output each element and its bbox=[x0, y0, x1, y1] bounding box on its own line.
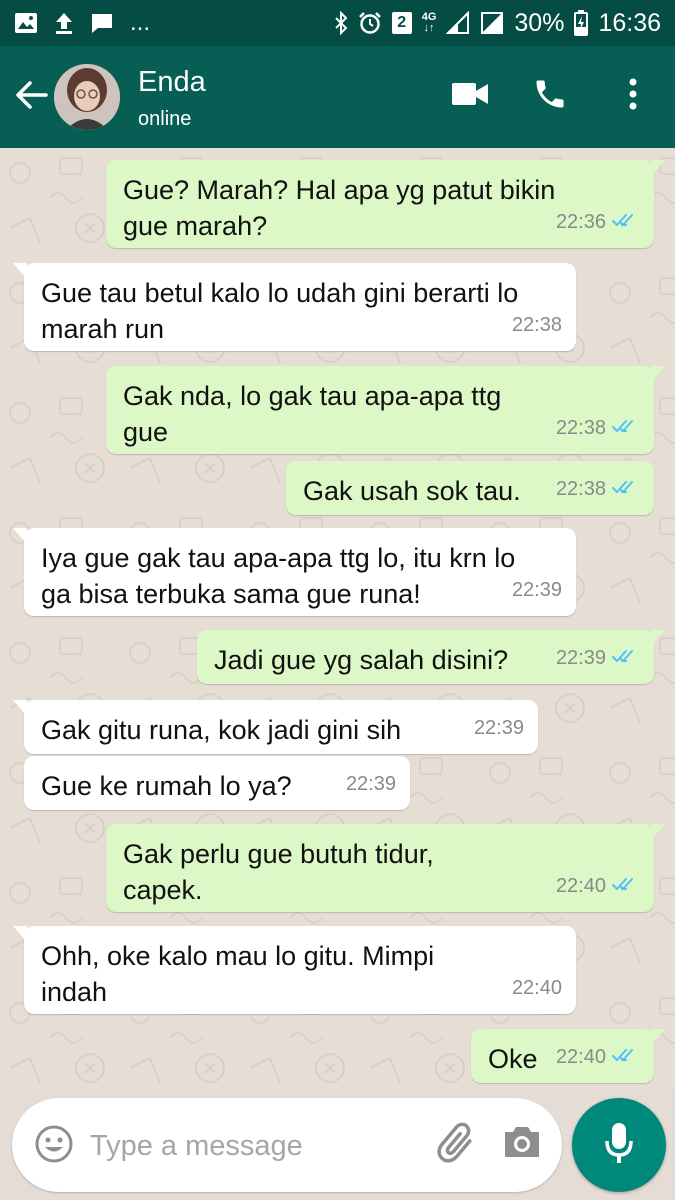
message-time: 22:38 bbox=[555, 417, 606, 439]
camera-icon bbox=[502, 1127, 542, 1164]
message-meta: 22:38 bbox=[556, 471, 640, 507]
message-meta: 22:40 bbox=[512, 970, 562, 1006]
contact-name[interactable]: Enda bbox=[138, 66, 206, 99]
message-text: Gue tau betul kalo lo udah gini berarti … bbox=[41, 278, 519, 344]
message-meta: 22:39 bbox=[556, 640, 640, 676]
message-meta: 22:39 bbox=[512, 572, 562, 608]
wifi-box-icon bbox=[480, 11, 504, 35]
double-check-icon bbox=[612, 1039, 640, 1075]
clock: 16:36 bbox=[598, 8, 661, 37]
phone-icon bbox=[532, 76, 568, 117]
back-button[interactable] bbox=[14, 74, 54, 120]
outgoing-message[interactable]: Gue? Marah? Hal apa yg patut bikin gue m… bbox=[106, 160, 665, 248]
emoji-icon bbox=[34, 1125, 74, 1168]
message-time: 22:40 bbox=[555, 1046, 606, 1068]
message-meta: 22:36 bbox=[556, 204, 640, 240]
more-vert-icon bbox=[628, 78, 638, 115]
emoji-button[interactable] bbox=[34, 1124, 74, 1169]
message-text: Gak nda, lo gak tau apa-apa ttg gue bbox=[123, 381, 502, 447]
camera-button[interactable] bbox=[502, 1124, 542, 1165]
more-options-button[interactable] bbox=[618, 72, 648, 120]
incoming-message[interactable]: Iya gue gak tau apa-apa ttg lo, itu krn … bbox=[13, 528, 576, 616]
message-text: Gue? Marah? Hal apa yg patut bikin gue m… bbox=[123, 175, 556, 241]
upload-icon bbox=[54, 11, 74, 35]
incoming-message[interactable]: Gak gitu runa, kok jadi gini sih 22:39 bbox=[13, 700, 538, 754]
contact-status: online bbox=[138, 108, 192, 130]
bubble-tail bbox=[13, 700, 27, 716]
message-time: 22:39 bbox=[345, 773, 396, 795]
bluetooth-icon bbox=[334, 11, 348, 35]
outgoing-message[interactable]: Gak perlu gue butuh tidur, capek. 22:40 bbox=[106, 824, 665, 912]
message-meta: 22:38 bbox=[556, 410, 640, 446]
outgoing-message[interactable]: Oke 22:40 bbox=[471, 1029, 665, 1083]
message-text: Gak gitu runa, kok jadi gini sih bbox=[41, 715, 402, 745]
message-meta: 22:38 bbox=[512, 307, 562, 343]
outgoing-message[interactable]: Gak nda, lo gak tau apa-apa ttg gue 22:38 bbox=[106, 366, 665, 454]
bubble-tail bbox=[651, 366, 665, 382]
message-text: Gak usah sok tau. bbox=[303, 476, 521, 506]
outgoing-message[interactable]: Jadi gue yg salah disini? 22:39 bbox=[197, 630, 665, 684]
bubble-tail bbox=[13, 528, 27, 544]
bubble-tail bbox=[651, 824, 665, 840]
microphone-icon bbox=[604, 1121, 634, 1170]
bubble-tail bbox=[651, 160, 665, 176]
sim-badge: 2 bbox=[391, 12, 412, 34]
double-check-icon bbox=[612, 204, 640, 240]
bubble-tail bbox=[651, 630, 665, 646]
message-text: Gak perlu gue butuh tidur, capek. bbox=[123, 839, 434, 905]
message-meta: 22:40 bbox=[556, 1039, 640, 1075]
message-time: 22:40 bbox=[511, 977, 562, 999]
message-time: 22:38 bbox=[511, 314, 562, 336]
voice-call-button[interactable] bbox=[530, 72, 570, 120]
message-time: 22:39 bbox=[555, 647, 606, 669]
double-check-icon bbox=[612, 471, 640, 507]
message-time: 22:39 bbox=[511, 579, 562, 601]
message-icon bbox=[90, 12, 114, 34]
contact-avatar[interactable] bbox=[54, 64, 120, 130]
chat-header: Enda online bbox=[0, 46, 675, 148]
back-arrow-icon bbox=[14, 80, 48, 115]
double-check-icon bbox=[612, 640, 640, 676]
bubble-tail bbox=[651, 1029, 665, 1045]
status-bar: ... 2 4G ↓↑ 30% 16:36 bbox=[0, 0, 675, 46]
attach-button[interactable] bbox=[436, 1122, 480, 1171]
message-composer bbox=[12, 1098, 562, 1192]
message-text: Oke bbox=[488, 1044, 538, 1074]
message-time: 22:36 bbox=[555, 211, 606, 233]
chat-area[interactable]: Gue? Marah? Hal apa yg patut bikin gue m… bbox=[0, 148, 675, 1088]
image-icon bbox=[14, 12, 38, 34]
battery-charging-icon bbox=[574, 10, 589, 36]
video-call-button[interactable] bbox=[450, 72, 490, 120]
message-meta: 22:39 bbox=[346, 766, 396, 802]
bubble-tail bbox=[13, 926, 27, 942]
double-check-icon bbox=[612, 410, 640, 446]
message-input[interactable] bbox=[88, 1122, 422, 1170]
message-time: 22:38 bbox=[555, 478, 606, 500]
incoming-message[interactable]: Ohh, oke kalo mau lo gitu. Mimpi indah 22… bbox=[13, 926, 576, 1014]
message-meta: 22:40 bbox=[556, 868, 640, 904]
message-meta: 22:39 bbox=[474, 710, 524, 746]
message-text: Gue ke rumah lo ya? bbox=[41, 771, 292, 801]
incoming-message[interactable]: Gue ke rumah lo ya? 22:39 bbox=[24, 756, 410, 810]
message-time: 22:40 bbox=[555, 875, 606, 897]
message-text: Jadi gue yg salah disini? bbox=[214, 645, 509, 675]
outgoing-message[interactable]: Gak usah sok tau. 22:38 bbox=[286, 461, 654, 515]
voice-message-button[interactable] bbox=[572, 1098, 666, 1192]
status-overflow: ... bbox=[130, 9, 151, 36]
double-check-icon bbox=[612, 868, 640, 904]
incoming-message[interactable]: Gue tau betul kalo lo udah gini berarti … bbox=[13, 263, 576, 351]
video-camera-icon bbox=[451, 81, 489, 112]
network-type: 4G ↓↑ bbox=[421, 11, 437, 34]
bubble-tail bbox=[13, 263, 27, 279]
message-text: Iya gue gak tau apa-apa ttg lo, itu krn … bbox=[41, 543, 516, 609]
alarm-icon bbox=[358, 11, 382, 35]
message-text: Ohh, oke kalo mau lo gitu. Mimpi indah bbox=[41, 941, 435, 1007]
paperclip-icon bbox=[436, 1122, 480, 1170]
battery-percent: 30% bbox=[514, 8, 565, 37]
signal-icon bbox=[446, 11, 470, 35]
message-time: 22:39 bbox=[473, 717, 524, 739]
